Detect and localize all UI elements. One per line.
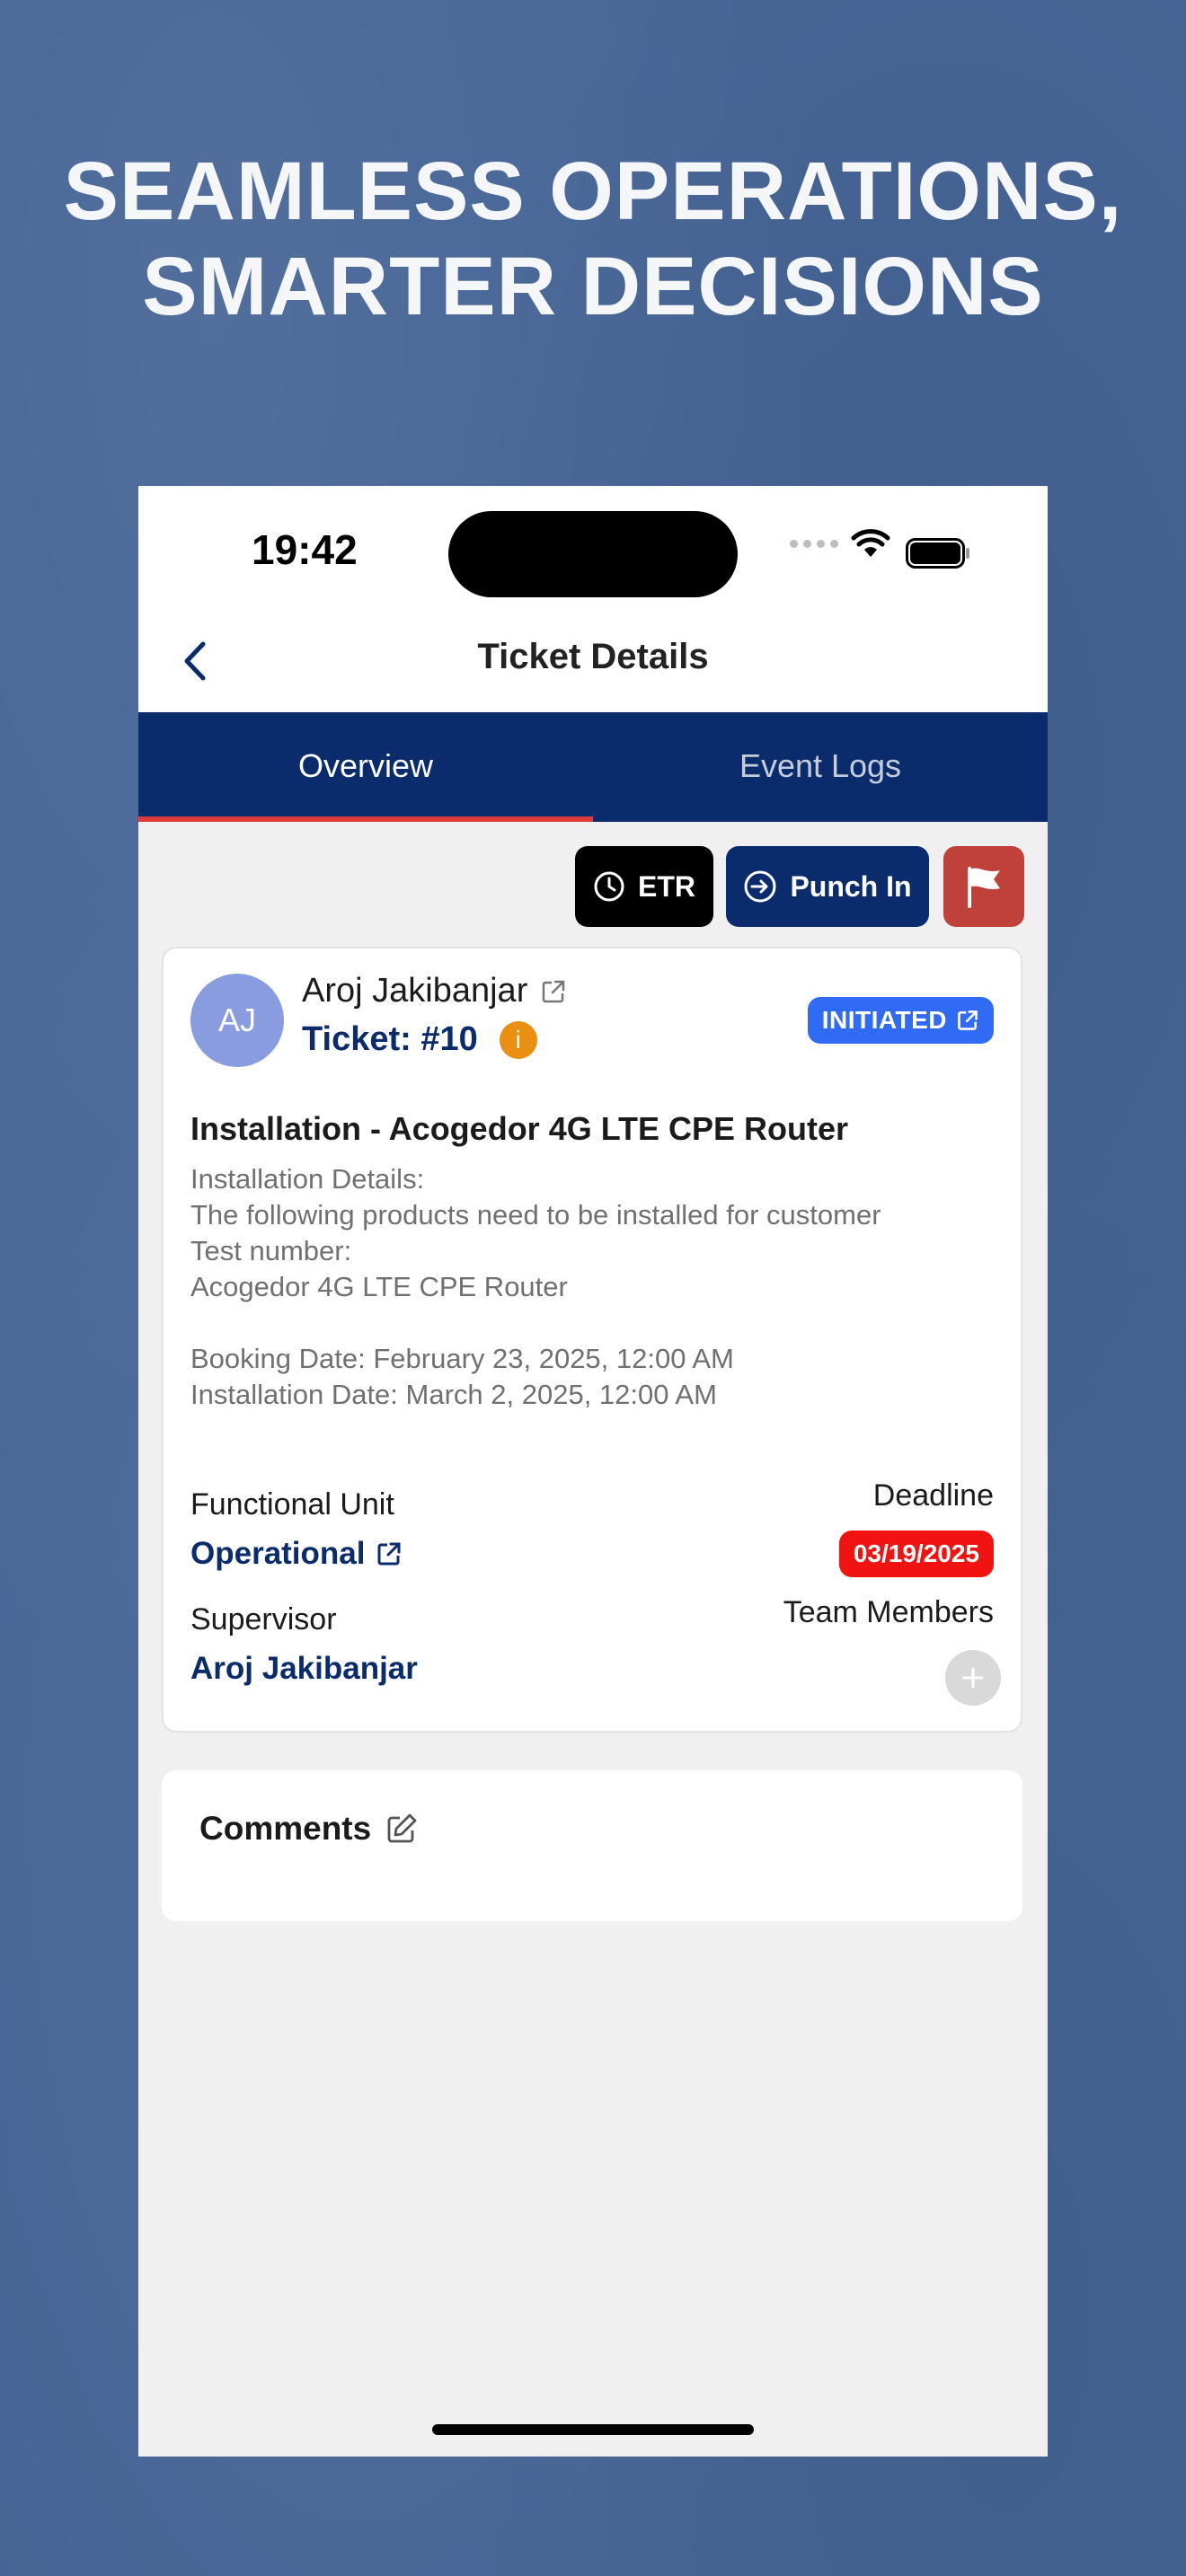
deadline-badge: 03/19/2025	[838, 1531, 994, 1577]
action-bar: ETR Punch In	[138, 846, 1048, 927]
etr-button[interactable]: ETR	[575, 846, 713, 927]
home-indicator[interactable]	[432, 2424, 754, 2435]
edit-icon[interactable]	[385, 1813, 418, 1845]
active-tab-indicator	[138, 816, 593, 822]
external-link-icon	[958, 1010, 978, 1030]
ticket-number: Ticket: #10 i	[302, 1020, 537, 1059]
ticket-description: Installation Details: The following prod…	[190, 1161, 999, 1413]
add-team-member-button[interactable]	[945, 1650, 1001, 1706]
headline-line-2: SMARTER DECISIONS	[142, 241, 1044, 332]
status-time: 19:42	[252, 526, 358, 573]
ticket-card: AJ Aroj Jakibanjar Ticket: #10 i INITIAT…	[162, 947, 1022, 1733]
functional-unit-label: Functional Unit	[190, 1487, 394, 1522]
tab-bar: Overview Event Logs	[138, 712, 1048, 822]
ticket-title: Installation - Acogedor 4G LTE CPE Route…	[190, 1110, 849, 1147]
booking-date: Booking Date: February 23, 2025, 12:00 A…	[190, 1343, 734, 1374]
description-line: The following products need to be instal…	[190, 1199, 881, 1231]
cellular-signal-icon	[790, 540, 838, 548]
status-badge[interactable]: INITIATED	[807, 997, 994, 1044]
description-line: Acogedor 4G LTE CPE Router	[190, 1271, 568, 1302]
plus-icon	[962, 1667, 984, 1689]
flag-icon	[968, 867, 1000, 908]
dynamic-island	[448, 511, 738, 597]
ticket-label: Ticket: #10	[302, 1020, 478, 1058]
nav-bar: Ticket Details	[138, 603, 1048, 712]
assignee-link[interactable]: Aroj Jakibanjar	[302, 972, 567, 1010]
info-icon[interactable]: i	[499, 1020, 537, 1059]
etr-label: ETR	[638, 869, 695, 903]
punch-in-label: Punch In	[790, 869, 912, 903]
team-members-label: Team Members	[783, 1595, 994, 1629]
page-title: Ticket Details	[477, 637, 709, 676]
headline-line-1: SEAMLESS OPERATIONS,	[63, 146, 1123, 237]
functional-unit-link[interactable]: Operational	[190, 1536, 403, 1572]
supervisor-label: Supervisor	[190, 1602, 337, 1636]
flag-button[interactable]	[943, 846, 1024, 927]
tab-event-logs[interactable]: Event Logs	[593, 712, 1048, 822]
comments-card: Comments	[162, 1770, 1022, 1921]
external-link-icon	[543, 980, 565, 1002]
wifi-icon	[851, 529, 890, 557]
functional-unit-value: Operational	[190, 1536, 366, 1571]
clock-icon	[594, 871, 624, 902]
assignee-name: Aroj Jakibanjar	[302, 972, 528, 1010]
headline: SEAMLESS OPERATIONS, SMARTER DECISIONS	[0, 144, 1186, 334]
punch-in-button[interactable]: Punch In	[726, 846, 929, 927]
sign-in-icon	[744, 870, 776, 903]
status-label: INITIATED	[821, 1006, 947, 1034]
supervisor-link[interactable]: Aroj Jakibanjar	[190, 1651, 418, 1687]
battery-icon	[906, 538, 969, 569]
description-line: Test number:	[190, 1235, 352, 1266]
tab-overview[interactable]: Overview	[138, 712, 593, 822]
comments-title: Comments	[199, 1810, 372, 1847]
avatar: AJ	[190, 974, 284, 1067]
supervisor-value: Aroj Jakibanjar	[190, 1651, 418, 1686]
status-bar: 19:42	[138, 486, 1048, 603]
description-line: Installation Details:	[190, 1163, 425, 1195]
installation-date: Installation Date: March 2, 2025, 12:00 …	[190, 1379, 717, 1410]
comments-header[interactable]: Comments	[199, 1810, 418, 1848]
external-link-icon	[377, 1542, 401, 1566]
deadline-label: Deadline	[872, 1478, 994, 1513]
phone-screen: 19:42 Ticket Details Overview Event Logs	[138, 486, 1048, 2457]
